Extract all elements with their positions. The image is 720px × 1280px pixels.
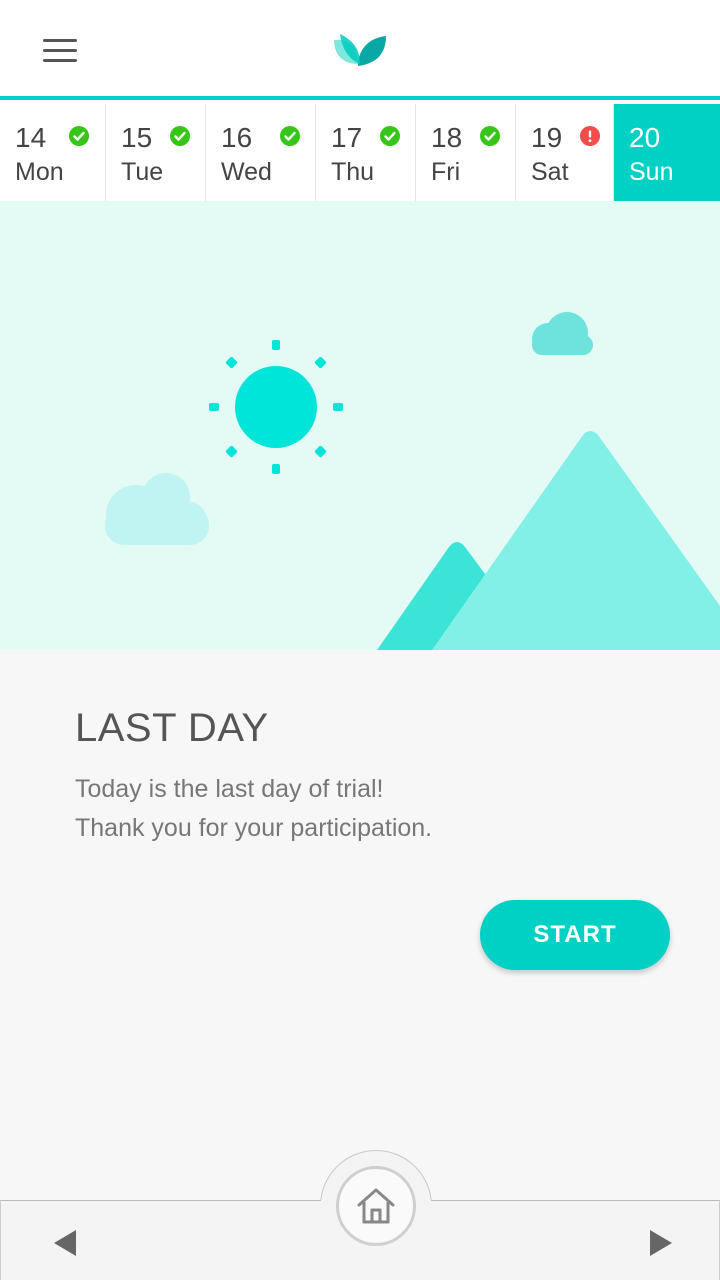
check-circle-icon [480,126,500,146]
day-name: Thu [331,158,375,186]
day-name: Sun [629,158,674,186]
day-number: 17 [331,122,363,153]
top-bar [0,0,720,96]
day-name: Mon [15,158,64,186]
check-circle-icon [380,126,400,146]
day-tab-fri[interactable]: 18 Fri [416,104,516,204]
alert-circle-icon [580,126,600,146]
mountains-graphic [377,431,720,650]
check-circle-icon [280,126,300,146]
day-name: Fri [431,158,461,186]
day-number: 16 [221,122,253,153]
triangle-right-icon[interactable] [637,1223,685,1263]
triangle-left-icon[interactable] [41,1223,89,1263]
leaf-logo-icon [334,34,386,66]
day-number: 15 [121,122,153,153]
page-title: LAST DAY [75,706,269,750]
main-content: LAST DAY Today is the last day of trial!… [0,650,720,1200]
hamburger-menu-icon[interactable] [28,26,92,74]
start-button[interactable]: START [480,900,670,970]
sun-icon [209,340,343,474]
home-icon[interactable] [336,1166,416,1246]
day-tab-sat[interactable]: 19 Sat [516,104,614,204]
day-tab-mon[interactable]: 14 Mon [0,104,106,204]
day-name: Wed [221,158,272,186]
day-name: Tue [121,158,164,186]
check-circle-icon [170,126,190,146]
day-number: 18 [431,122,463,153]
day-number: 19 [531,122,563,153]
description: Today is the last day of trial! Thank yo… [75,770,675,848]
day-tab-sun[interactable]: 20 Sun [614,104,720,204]
description-line-2: Thank you for your participation. [75,814,433,842]
cloud-icon [105,473,209,545]
cloud-icon [532,312,593,355]
day-number: 14 [15,122,47,153]
day-number: 20 [629,122,661,153]
app-root: 14 Mon 15 Tue 16 Wed 17 Thu 18 Fri 19 Sa… [0,0,720,1280]
day-tab-wed[interactable]: 16 Wed [206,104,316,204]
description-line-1: Today is the last day of trial! [75,775,384,803]
day-tab-thu[interactable]: 17 Thu [316,104,416,204]
weather-illustration [0,201,720,650]
day-tab-tue[interactable]: 15 Tue [106,104,206,204]
check-circle-icon [69,126,89,146]
day-name: Sat [531,158,569,186]
day-selector: 14 Mon 15 Tue 16 Wed 17 Thu 18 Fri 19 Sa… [0,96,720,204]
